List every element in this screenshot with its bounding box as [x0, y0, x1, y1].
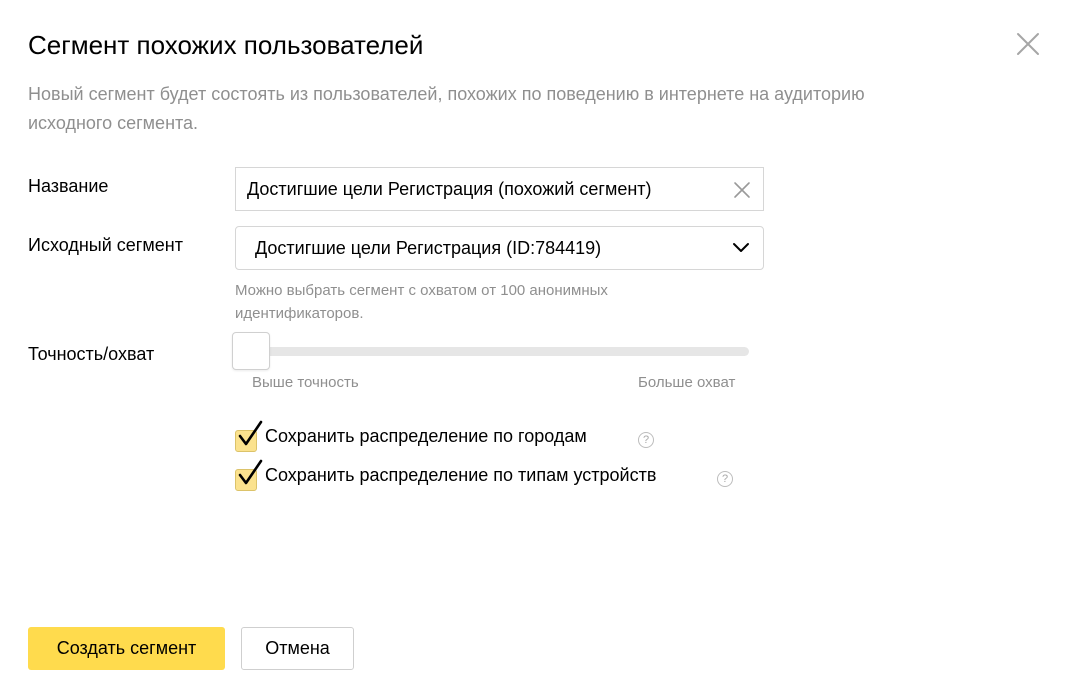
slider-max-label: Больше охват — [638, 374, 736, 391]
name-label: Название — [28, 176, 109, 196]
checkbox-keep-device-types[interactable] — [235, 459, 263, 491]
precision-slider-handle[interactable] — [232, 332, 270, 370]
checkmark-icon — [238, 459, 263, 485]
source-segment-label: Исходный сегмент — [28, 235, 183, 255]
chevron-down-icon — [733, 243, 749, 252]
precision-slider-track[interactable] — [235, 347, 749, 356]
help-icon[interactable]: ? — [717, 471, 733, 487]
clear-icon[interactable] — [732, 180, 752, 200]
create-segment-button[interactable]: Создать сегмент — [28, 627, 225, 670]
option-label: Сохранить распределение по городам — [265, 426, 587, 446]
cancel-button[interactable]: Отмена — [241, 627, 354, 670]
slider-min-label: Выше точность — [252, 374, 359, 391]
name-field — [235, 167, 764, 211]
checkbox-keep-cities[interactable] — [235, 420, 263, 452]
checkmark-icon — [238, 420, 263, 446]
source-segment-value: Достигшие цели Регистрация (ID:784419) — [255, 238, 602, 258]
option-label: Сохранить распределение по типам устройс… — [265, 465, 657, 485]
name-input[interactable] — [247, 168, 717, 210]
source-segment-select[interactable]: Достигшие цели Регистрация (ID:784419) — [235, 226, 764, 270]
source-segment-hint: Можно выбрать сегмент с охватом от 100 а… — [235, 282, 608, 322]
close-icon[interactable] — [1014, 30, 1042, 58]
help-icon[interactable]: ? — [638, 432, 654, 448]
dialog-title: Сегмент похожих пользователей — [28, 30, 424, 60]
dialog-description: Новый сегмент будет состоять из пользова… — [28, 84, 865, 133]
precision-label: Точность/охват — [28, 344, 155, 364]
